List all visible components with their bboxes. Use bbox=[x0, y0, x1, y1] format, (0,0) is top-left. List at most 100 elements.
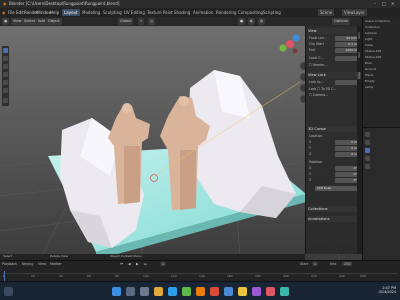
render-properties-icon[interactable] bbox=[365, 132, 370, 137]
cursor-x-field[interactable]: 0 m bbox=[335, 140, 358, 145]
play-reverse-icon[interactable]: ◀ bbox=[128, 262, 131, 266]
rotation-mode-dropdown[interactable]: XYZ Euler bbox=[315, 186, 358, 191]
tab-rendering[interactable]: Rendering bbox=[214, 9, 238, 16]
modifier-properties-icon[interactable] bbox=[365, 156, 370, 161]
outliner-row[interactable]: Statue.002 bbox=[365, 55, 399, 60]
view-layer-selector[interactable]: ViewLayer bbox=[342, 9, 367, 16]
snap-icon[interactable]: ⌖ bbox=[138, 18, 145, 25]
rotation-label: Rotation bbox=[309, 160, 323, 164]
outliner-row[interactable]: Scene Collection bbox=[365, 19, 399, 24]
view-section-header[interactable]: View bbox=[308, 28, 360, 34]
blender-menu-icon[interactable]: ◉ bbox=[2, 10, 6, 15]
outliner-row[interactable]: Collection bbox=[365, 25, 399, 30]
timeline-marker-menu[interactable]: Marker bbox=[50, 262, 62, 266]
cursor-ry-field[interactable]: 0° bbox=[335, 172, 358, 177]
render-region-row[interactable]: ☐ Render... bbox=[309, 63, 361, 68]
timeline-view-menu[interactable]: View bbox=[38, 262, 46, 266]
end-frame-field[interactable]: 250 bbox=[342, 262, 353, 266]
file-explorer-icon[interactable] bbox=[154, 287, 163, 296]
widgets-icon[interactable] bbox=[4, 287, 13, 296]
tab-uv-editing[interactable]: UV Editing bbox=[122, 9, 147, 16]
outliner-row[interactable]: Lamp bbox=[365, 85, 399, 90]
edge-browser-icon[interactable] bbox=[168, 287, 177, 296]
tab-shading[interactable]: Shading bbox=[172, 9, 192, 16]
system-clock[interactable]: 2:47 PM 3/14/2024 bbox=[379, 286, 396, 294]
cursor-y-field[interactable]: 0 m bbox=[335, 146, 358, 151]
tab-animation[interactable]: Animation bbox=[191, 9, 215, 16]
app-icon[interactable] bbox=[280, 287, 289, 296]
outliner-row[interactable]: Light bbox=[365, 37, 399, 42]
app-icon[interactable] bbox=[210, 287, 219, 296]
collections-section-header[interactable]: Collections bbox=[308, 206, 360, 212]
outliner-row[interactable]: Cube bbox=[365, 43, 399, 48]
transform-orientation-dropdown[interactable]: Global bbox=[118, 18, 134, 25]
jump-end-icon[interactable]: ⏭ bbox=[144, 262, 147, 266]
tab-scripting[interactable]: Scripting bbox=[261, 9, 283, 16]
editor-type-icon[interactable]: ▣ bbox=[2, 18, 10, 25]
menu-edit[interactable]: Edit bbox=[16, 10, 24, 15]
annotations-section-header[interactable]: Annotations bbox=[308, 216, 360, 222]
view-lock-section-header[interactable]: View Lock bbox=[308, 72, 360, 78]
app-icon[interactable] bbox=[224, 287, 233, 296]
sidebar-tab-tool[interactable]: Tool bbox=[357, 52, 361, 58]
camera-to-view-row[interactable]: ☐ Camera... bbox=[309, 93, 361, 98]
sidebar-tab-item[interactable]: Item bbox=[357, 32, 361, 39]
jump-start-icon[interactable]: ⏮ bbox=[120, 262, 123, 266]
location-label: Location bbox=[309, 134, 323, 138]
sidebar-tab-view[interactable]: View bbox=[357, 72, 361, 80]
maximize-button[interactable]: □ bbox=[382, 1, 386, 6]
outliner-row[interactable]: Plane bbox=[365, 73, 399, 78]
outliner-row[interactable]: Camera bbox=[365, 31, 399, 36]
outliner-row[interactable]: Statue.001 bbox=[365, 49, 399, 54]
minimize-button[interactable]: – bbox=[374, 1, 376, 6]
lock-to-cursor-row[interactable]: Lock ☐ To 3D C... bbox=[309, 87, 361, 92]
search-icon[interactable] bbox=[126, 287, 135, 296]
menu-file[interactable]: File bbox=[8, 10, 15, 15]
close-button[interactable]: ✕ bbox=[391, 1, 394, 6]
overlays-icon[interactable]: ◍ bbox=[258, 18, 266, 25]
lock-to-object-field[interactable] bbox=[335, 80, 358, 85]
tab-sculpting[interactable]: Sculpting bbox=[101, 9, 124, 16]
app-icon[interactable] bbox=[266, 287, 275, 296]
3d-cursor-section-header[interactable]: 3D Cursor bbox=[308, 126, 360, 132]
tab-layout[interactable]: Layout bbox=[62, 9, 80, 16]
tab-modeling[interactable]: Modeling bbox=[80, 9, 102, 16]
current-frame-field[interactable]: 1 bbox=[160, 262, 167, 266]
outliner-row[interactable]: Rock bbox=[365, 61, 399, 66]
playhead[interactable] bbox=[4, 271, 5, 281]
chrome-icon[interactable] bbox=[238, 287, 247, 296]
scene-selector[interactable]: Scene bbox=[318, 9, 335, 16]
material-properties-icon[interactable] bbox=[365, 164, 370, 169]
timeline-playback-menu[interactable]: Playback bbox=[2, 262, 17, 266]
timeline: Playback Keying View Marker ⏮ ◀ ▶ ⏭ 1 St… bbox=[0, 260, 400, 282]
blender-logo-icon: ◉ bbox=[3, 1, 7, 6]
xbox-icon[interactable] bbox=[182, 287, 191, 296]
timeline-keying-menu[interactable]: Keying bbox=[22, 262, 33, 266]
cursor-rz-field[interactable]: 0° bbox=[335, 178, 358, 183]
object-properties-icon[interactable] bbox=[365, 148, 370, 153]
cursor-z-field[interactable]: 0 m bbox=[335, 152, 358, 157]
blender-taskbar-icon[interactable] bbox=[196, 287, 205, 296]
menu-help[interactable]: Help bbox=[50, 10, 59, 15]
focal-length-field[interactable]: 50 mm bbox=[335, 36, 358, 41]
object-menu[interactable]: Object bbox=[46, 18, 62, 25]
tab-texture-paint[interactable]: Texture Paint bbox=[145, 9, 175, 16]
output-properties-icon[interactable] bbox=[365, 140, 370, 145]
local-camera-field[interactable] bbox=[335, 56, 358, 61]
proportional-edit-icon[interactable]: ◎ bbox=[148, 18, 156, 25]
viewport-shading-solid-icon[interactable]: ● bbox=[238, 18, 246, 25]
task-view-icon[interactable] bbox=[140, 287, 149, 296]
viewport-shading-material-icon[interactable]: ◐ bbox=[248, 18, 256, 25]
outliner-row[interactable]: Ground bbox=[365, 67, 399, 72]
play-icon[interactable]: ▶ bbox=[136, 262, 139, 266]
clip-start-field[interactable]: 0.1 m bbox=[335, 42, 358, 47]
outliner-row[interactable]: Empty bbox=[365, 79, 399, 84]
frame-tick: 200 bbox=[283, 274, 289, 278]
start-menu-icon[interactable] bbox=[112, 287, 121, 296]
app-icon[interactable] bbox=[252, 287, 261, 296]
options-menu[interactable]: Options bbox=[332, 18, 350, 25]
start-frame-field[interactable]: 1 bbox=[312, 262, 319, 266]
clip-end-field[interactable]: 1000 m bbox=[335, 48, 358, 53]
select-menu[interactable]: Select bbox=[22, 18, 38, 25]
cursor-rx-field[interactable]: 0° bbox=[335, 166, 358, 171]
